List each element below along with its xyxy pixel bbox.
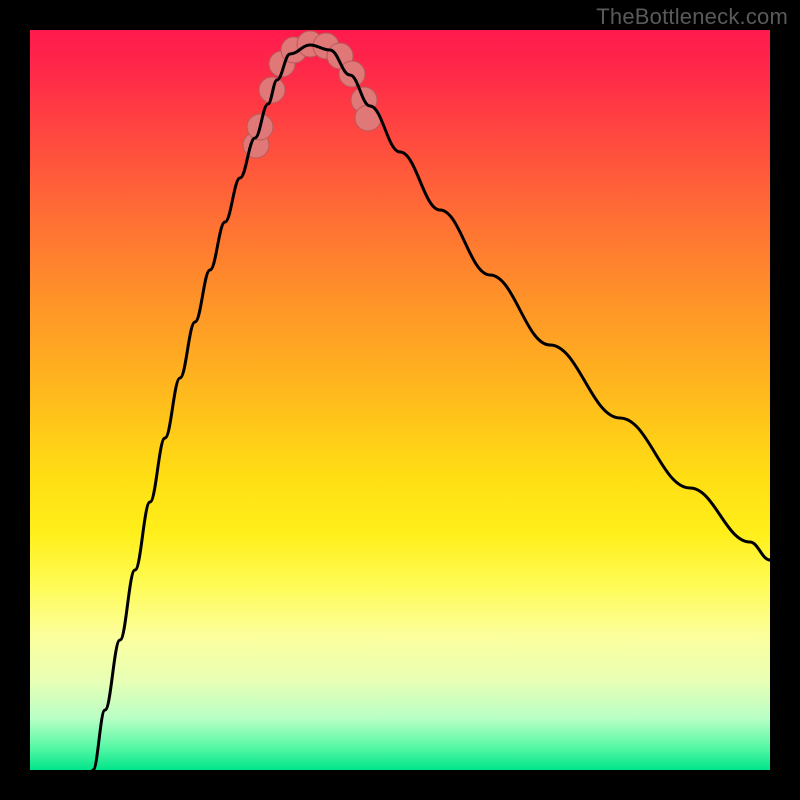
curve-layer: [93, 45, 770, 770]
data-marker: [355, 105, 381, 131]
plot-area: [30, 30, 770, 770]
bottleneck-curve: [93, 45, 770, 770]
chart-svg: [30, 30, 770, 770]
watermark-text: TheBottleneck.com: [596, 4, 788, 30]
